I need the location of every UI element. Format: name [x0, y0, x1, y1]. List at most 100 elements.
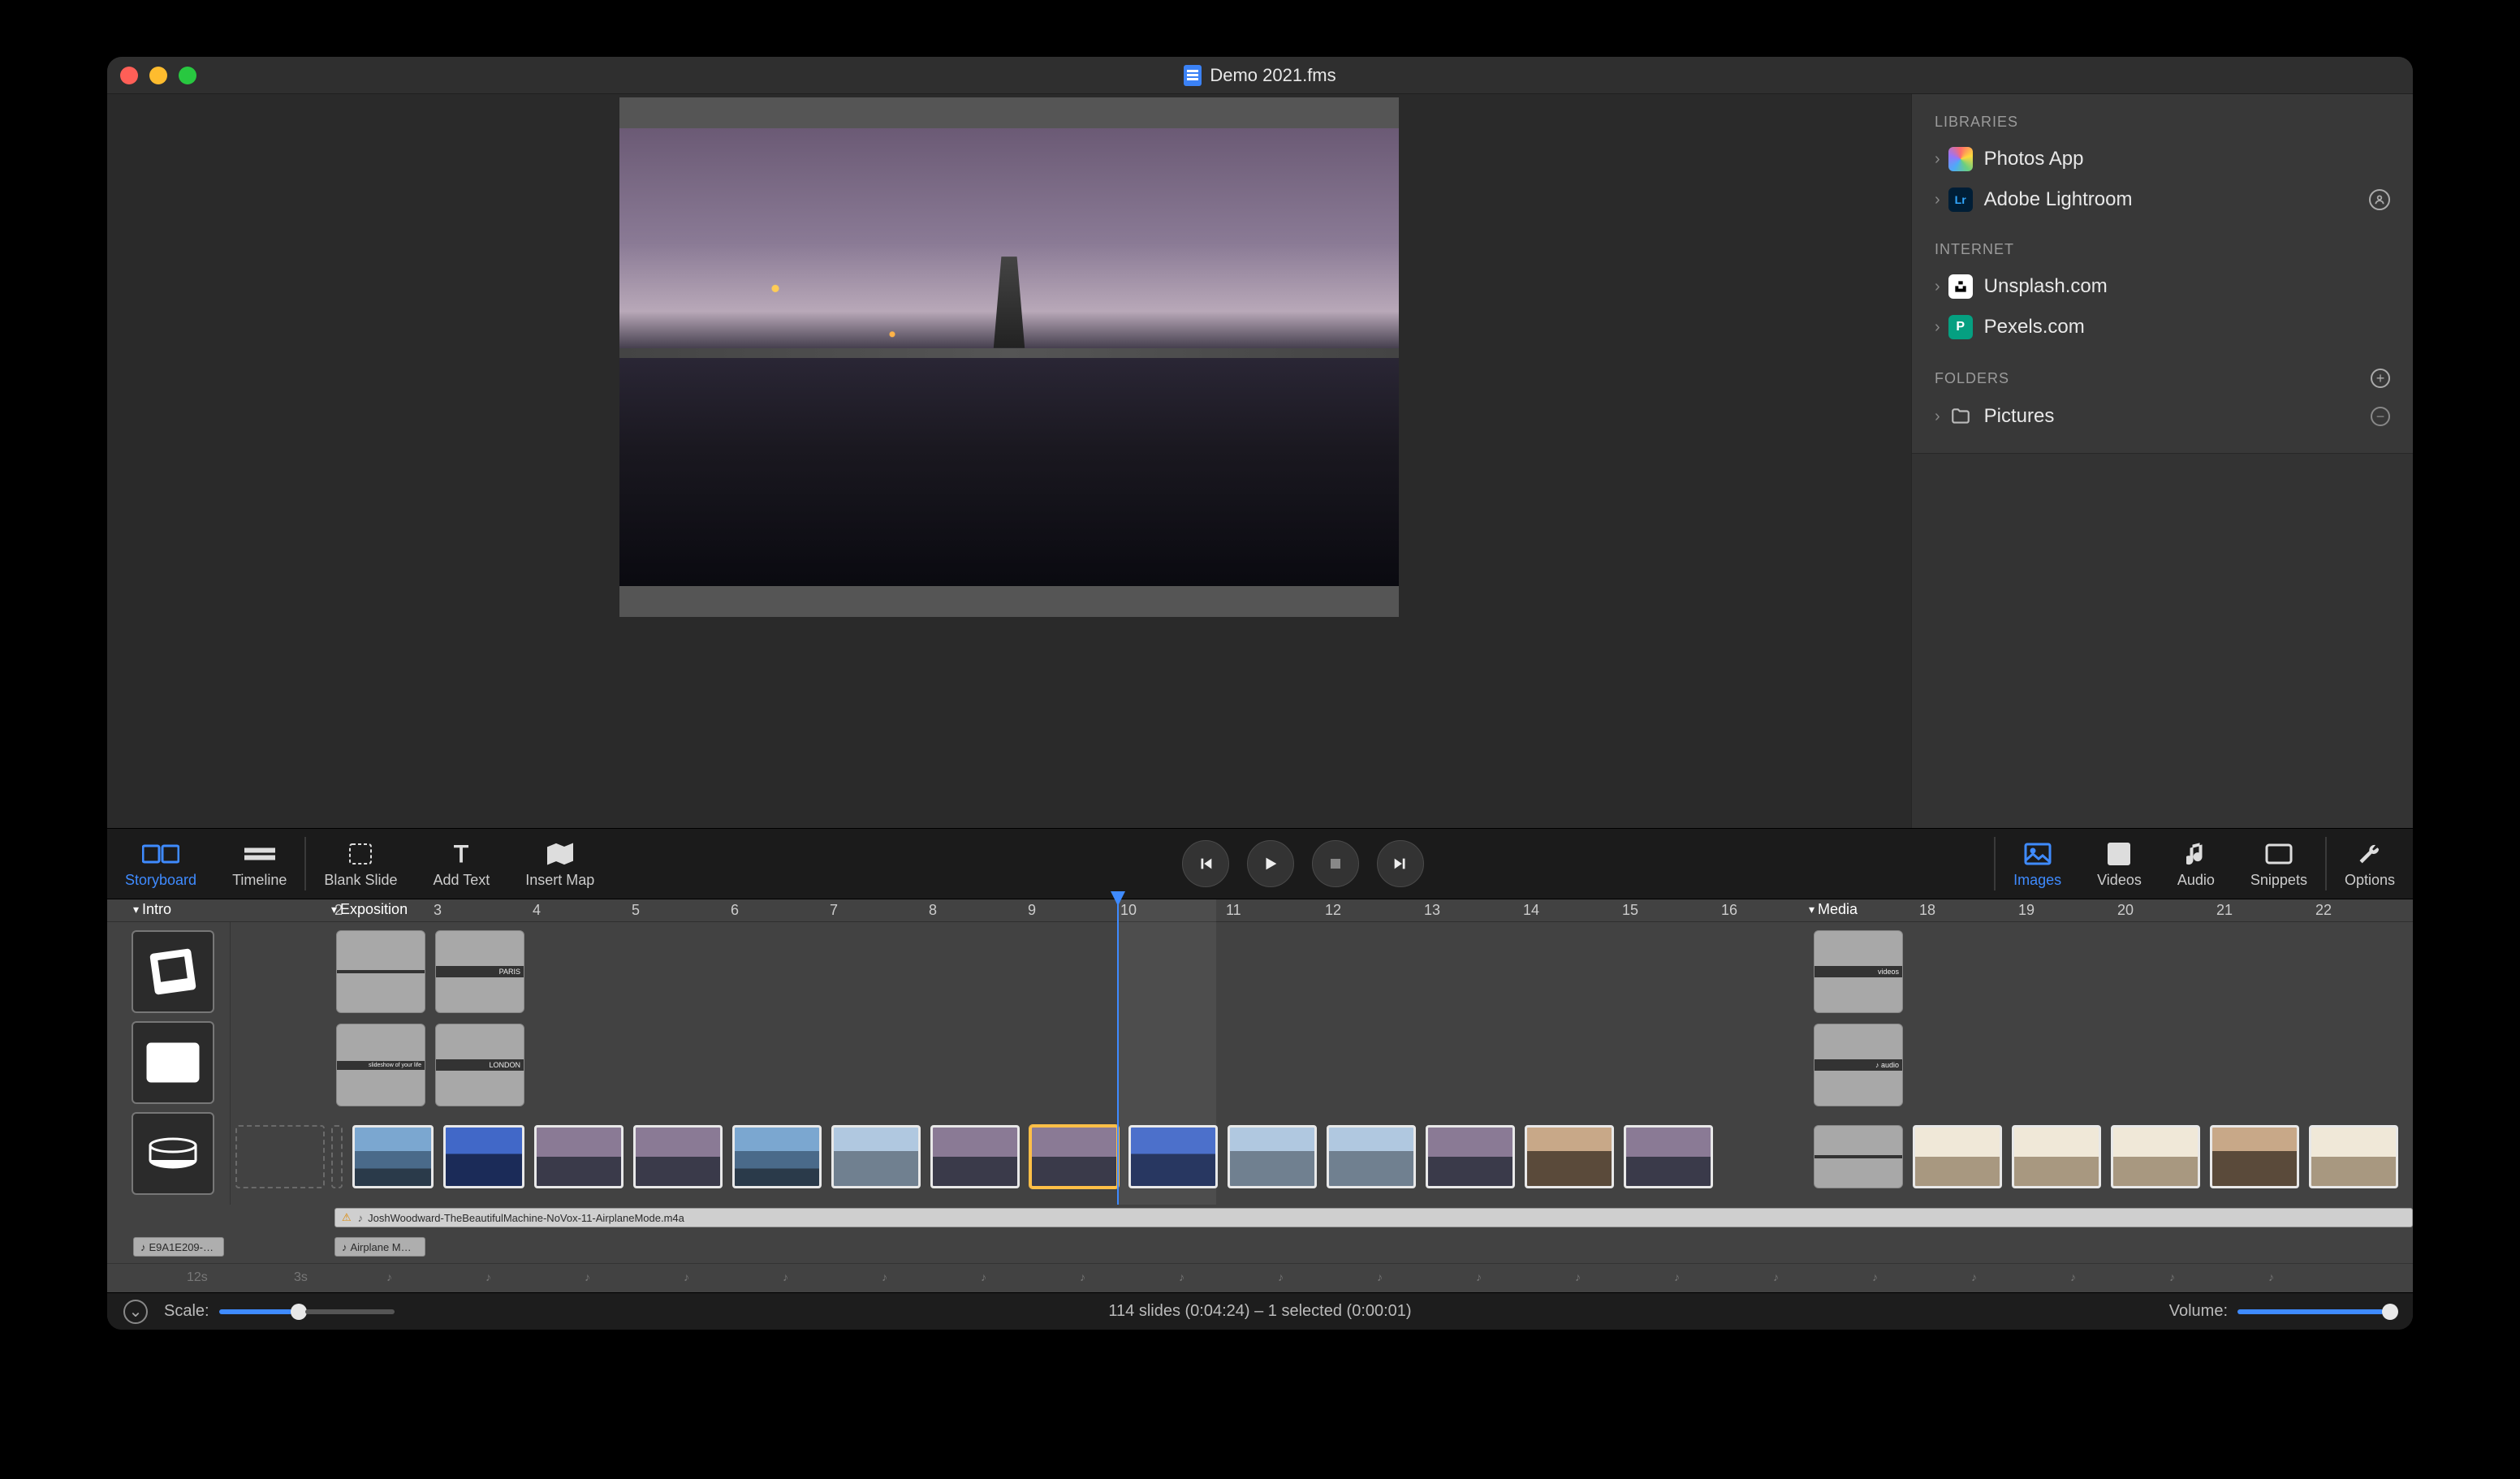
sidebar-item-pexels[interactable]: › P Pexels.com	[1912, 307, 2413, 347]
folder-remove-button[interactable]: −	[2371, 407, 2390, 426]
scale-slider[interactable]	[219, 1304, 395, 1320]
images-tab[interactable]: Images	[1996, 829, 2079, 899]
maximize-icon[interactable]	[179, 67, 196, 84]
sidebar-item-unsplash[interactable]: › Unsplash.com	[1912, 266, 2413, 307]
photo-clip[interactable]	[352, 1125, 434, 1188]
beat-mark-icon: ♪	[1872, 1270, 1878, 1283]
snippets-tab[interactable]: Snippets	[2233, 829, 2325, 899]
photo-clip[interactable]	[930, 1125, 1020, 1188]
photo-clip[interactable]	[831, 1125, 921, 1188]
chapter-marker-media[interactable]: Media	[1809, 901, 1858, 918]
add-text-button[interactable]: T Add Text	[415, 829, 507, 899]
photo-clip[interactable]	[1426, 1125, 1515, 1188]
photo-clip[interactable]	[2012, 1125, 2101, 1188]
text-clip-videos[interactable]: videos	[1814, 930, 1903, 1013]
window-title-text: Demo 2021.fms	[1210, 65, 1336, 86]
volume-label: Volume:	[2169, 1302, 2228, 1321]
user-account-icon[interactable]	[2369, 189, 2390, 210]
sidebar-item-label: Adobe Lightroom	[1984, 188, 2133, 211]
chapter-marker-exposition[interactable]: Exposition	[331, 901, 408, 918]
toolbar-label: Audio	[2177, 872, 2215, 889]
photo-clip[interactable]	[1525, 1125, 1614, 1188]
track-magic-toggle[interactable]	[132, 1112, 214, 1195]
volume-slider[interactable]	[2237, 1304, 2397, 1320]
slider-knob[interactable]	[291, 1304, 307, 1320]
music-note-icon: ♪	[358, 1212, 364, 1224]
text-clip[interactable]: slideshow of your life	[336, 1024, 425, 1106]
photo-clip[interactable]	[2111, 1125, 2200, 1188]
photo-clip[interactable]	[1327, 1125, 1416, 1188]
text-clip[interactable]	[336, 930, 425, 1013]
text-clip-london[interactable]: LONDON	[435, 1024, 524, 1106]
storyboard-button[interactable]: Storyboard	[107, 829, 214, 899]
pexels-icon: P	[1948, 315, 1973, 339]
sidebar-item-pictures[interactable]: › Pictures −	[1912, 396, 2413, 437]
ruler-tick: 13	[1424, 902, 1440, 919]
audio-chip[interactable]: ♪ E9A1E209-…	[133, 1237, 224, 1257]
photo-clip[interactable]	[1228, 1125, 1317, 1188]
playhead[interactable]	[1117, 899, 1119, 1205]
photo-clip[interactable]	[633, 1125, 723, 1188]
sidebar-item-photos-app[interactable]: › Photos App	[1912, 139, 2413, 179]
timeline-button[interactable]: Timeline	[214, 829, 304, 899]
svg-text:T: T	[454, 842, 468, 866]
drop-zone[interactable]	[331, 1125, 343, 1188]
ruler-tick: 5	[632, 902, 640, 919]
close-icon[interactable]	[120, 67, 138, 84]
photos-app-icon	[1948, 147, 1973, 171]
photo-clip-selected[interactable]	[1029, 1125, 1119, 1188]
folder-add-button[interactable]: +	[2371, 369, 2390, 388]
folder-icon	[1948, 404, 1973, 429]
play-button[interactable]	[1247, 840, 1294, 887]
track-photo-toggle[interactable]	[132, 930, 214, 1013]
ruler-tick: 16	[1721, 902, 1737, 919]
ruler-tick: 19	[2018, 902, 2035, 919]
audio-tab[interactable]: Audio	[2160, 829, 2233, 899]
preview-canvas[interactable]	[619, 97, 1399, 617]
beat-mark-icon: ♪	[1773, 1270, 1779, 1283]
beat-mark-icon: ♪	[2268, 1270, 2274, 1283]
ruler-tick: 15	[1622, 902, 1638, 919]
photo-clip[interactable]	[534, 1125, 624, 1188]
ruler-tick: 20	[2117, 902, 2134, 919]
sidebar-item-label: Photos App	[1984, 148, 2084, 170]
wrench-icon	[2358, 839, 2381, 869]
beat-mark-icon: ♪	[386, 1270, 392, 1283]
blank-slide-button[interactable]: Blank Slide	[306, 829, 415, 899]
chapter-marker-intro[interactable]: Intro	[133, 901, 171, 918]
media-sidebar: LIBRARIES › Photos App › Lr Adobe Lightr…	[1911, 94, 2413, 828]
stop-button[interactable]	[1312, 840, 1359, 887]
videos-tab[interactable]: Videos	[2079, 829, 2160, 899]
media-divider-clip[interactable]	[1814, 1125, 1903, 1188]
photo-clip[interactable]	[732, 1125, 822, 1188]
options-button[interactable]: Options	[2327, 829, 2413, 899]
audio-chip[interactable]: ♪ Airplane M…	[334, 1237, 425, 1257]
text-clip-paris[interactable]: PARIS	[435, 930, 524, 1013]
minimize-icon[interactable]	[149, 67, 167, 84]
ruler-tick: 6	[731, 902, 739, 919]
ruler-tick: 22	[2315, 902, 2332, 919]
skip-to-start-button[interactable]	[1182, 840, 1229, 887]
sidebar-item-adobe-lightroom[interactable]: › Lr Adobe Lightroom	[1912, 179, 2413, 220]
audio-track-main[interactable]: ♪ JoshWoodward-TheBeautifulMachine-NoVox…	[334, 1208, 2413, 1227]
insert-map-button[interactable]: Insert Map	[507, 829, 612, 899]
skip-to-end-button[interactable]	[1377, 840, 1424, 887]
slider-knob[interactable]	[2382, 1304, 2398, 1320]
storyboard-grid[interactable]: PARIS slideshow of your life LONDON vide…	[231, 922, 2413, 1205]
photo-clip[interactable]	[443, 1125, 524, 1188]
photo-clip[interactable]	[1624, 1125, 1713, 1188]
photo-clip[interactable]	[2309, 1125, 2398, 1188]
text-clip-audio[interactable]: ♪ audio	[1814, 1024, 1903, 1106]
photo-clip[interactable]	[2210, 1125, 2299, 1188]
photo-clip[interactable]	[1913, 1125, 2002, 1188]
sidebar-header-libraries: LIBRARIES	[1912, 107, 2413, 139]
drop-zone[interactable]	[235, 1125, 325, 1188]
beat-mark-icon: ♪	[882, 1270, 887, 1283]
expand-button[interactable]: ⌄	[123, 1300, 148, 1324]
timeline-ruler[interactable]: Intro 2 Exposition 3 4 5 6 7 8 9 10 11 1…	[107, 899, 2413, 922]
beat-mark-icon: ♪	[1278, 1270, 1284, 1283]
track-video-toggle[interactable]	[132, 1021, 214, 1104]
chevron-right-icon: ›	[1935, 318, 1940, 337]
beat-mark-icon: ♪	[684, 1270, 689, 1283]
text-icon: T	[451, 839, 472, 869]
